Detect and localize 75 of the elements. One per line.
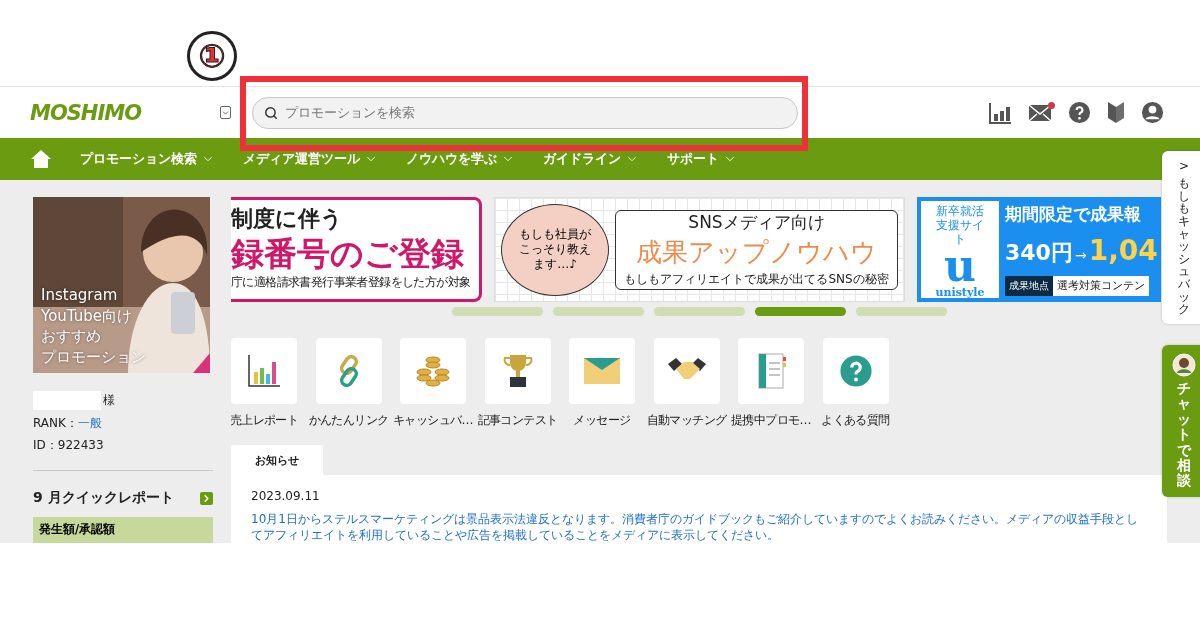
shortcut-tile[interactable] xyxy=(231,338,297,404)
search-field[interactable]: プロモーションを検索 xyxy=(252,96,798,129)
promo-text: YouTube向け xyxy=(41,305,132,326)
new-price: 1,04 xyxy=(1088,234,1158,268)
help-icon[interactable] xyxy=(1068,101,1091,124)
shortcut-label: 売上レポート xyxy=(231,412,299,429)
shortcut-label: 記事コンテスト xyxy=(477,412,558,429)
shortcut-tile[interactable] xyxy=(653,338,720,404)
nav-menu-item[interactable]: サポート xyxy=(667,150,737,168)
banner-label: 新卒就活支援サイト xyxy=(935,204,985,246)
tab[interactable]: お知らせ xyxy=(231,445,323,475)
step-number: ① xyxy=(187,31,237,81)
dropdown-toggle[interactable] xyxy=(220,106,231,119)
banner[interactable]: もしも社員がこっそり教えます…♪ SNSメディア向け 成果アップノウハウ もしもアフィリエイトで成果が出てるSNSの秘密 xyxy=(494,197,905,302)
leaf-mark-icon[interactable] xyxy=(1107,101,1125,124)
nav-menu-item[interactable]: ノウハウを学ぶ xyxy=(406,150,515,168)
report-row-header: 発生額/承認額 xyxy=(33,517,213,543)
shortcut-label: キャッシュバ… xyxy=(393,412,473,429)
report-title: 9 月クイックレポート xyxy=(33,489,174,507)
arrow-text: > xyxy=(1178,159,1190,173)
promo-text: おすすめ xyxy=(41,326,101,347)
envelope-icon xyxy=(584,358,620,384)
news-link[interactable]: 10月1日からステルスマーケティングは景品表示法違反となります。消費者庁のガイドブックもご紹介していますのでよくお読みください。メディアの収益手段としてアフィリエイトを利用していることや広告を掲載していることをメディアに表示してください。 xyxy=(251,511,1147,543)
banner-headline: 成果アップノウハウ xyxy=(636,236,877,269)
logo[interactable]: MOSHIMO xyxy=(30,100,220,125)
user-icon[interactable] xyxy=(1141,101,1164,124)
side-tab-label: チャットで相談 xyxy=(1177,381,1191,489)
document-icon xyxy=(755,353,787,389)
bar-chart-icon xyxy=(247,354,281,388)
chat-tab[interactable]: チャットで相談 xyxy=(1162,345,1200,497)
shortcut-label: メッセージ xyxy=(573,412,631,429)
nav-menu-item[interactable]: ガイドライン xyxy=(543,150,639,168)
shortcut-tile[interactable] xyxy=(738,338,804,404)
user-id: ID：922433 xyxy=(33,437,104,454)
shortcut-tile[interactable] xyxy=(822,338,889,404)
nav-menu-item[interactable]: プロモーション検索 xyxy=(80,150,215,168)
trophy-icon xyxy=(502,353,533,389)
brand-name: unistyle xyxy=(935,286,985,299)
banner-note: 選考対策コンテン xyxy=(1053,276,1149,296)
shortcut-label: かんたんリンク xyxy=(308,412,389,429)
shortcut-tile[interactable] xyxy=(484,338,551,404)
shortcut-label: 提携中プロモ… xyxy=(731,412,811,429)
banner-title: SNSメディア向け xyxy=(688,211,825,234)
banner-note: もしもアフィリエイトで成果が出てるSNSの秘密 xyxy=(624,271,889,288)
banner-note: 庁に適格請求書発行事業者登録をした方が対象 xyxy=(231,274,472,291)
old-price: 340円 xyxy=(1005,239,1073,267)
shortcut-tile[interactable] xyxy=(315,338,382,404)
brand-logo: u xyxy=(944,246,976,286)
rank-link[interactable]: 一般 xyxy=(77,415,102,432)
cashback-tab[interactable]: > もしもキャッシュバック xyxy=(1162,151,1200,325)
search-icon xyxy=(264,105,278,120)
side-tab-label: もしもキャッシュバック xyxy=(1178,177,1190,317)
shortcut-label: よくある質問 xyxy=(821,412,890,429)
banner[interactable]: 新卒就活支援サイトu unistyle 期間限定で成果報 340円→1,04 成果地点 選考対策コンテン xyxy=(917,197,1161,302)
rank-label: RANK： xyxy=(33,415,78,432)
banner-tag: 成果地点 xyxy=(1005,276,1053,296)
news-date: 2023.09.11 xyxy=(251,489,321,503)
promo-text: Instagram xyxy=(41,285,118,306)
honorific: 様 xyxy=(103,392,115,409)
bar-chart-icon[interactable] xyxy=(988,101,1012,124)
banner-title: 制度に伴う xyxy=(231,205,344,233)
shortcut-label: 自動マッチング xyxy=(646,412,727,429)
speech-bubble: もしも社員がこっそり教えます…♪ xyxy=(501,203,609,296)
chevron-right-icon xyxy=(201,492,212,504)
coins-icon xyxy=(415,354,451,388)
arrow-button[interactable] xyxy=(200,491,213,505)
home-icon[interactable] xyxy=(30,149,52,169)
shortcut-tile[interactable] xyxy=(400,338,466,404)
arrow-text: → xyxy=(1074,247,1087,263)
help-icon xyxy=(838,354,873,388)
shortcut-tile[interactable] xyxy=(569,338,635,404)
avatar-icon xyxy=(1172,353,1196,377)
nav-menu-item[interactable]: メディア運営ツール xyxy=(243,150,378,168)
mail-icon[interactable] xyxy=(1028,103,1052,122)
banner-title: 期間限定で成果報 xyxy=(1005,203,1142,226)
